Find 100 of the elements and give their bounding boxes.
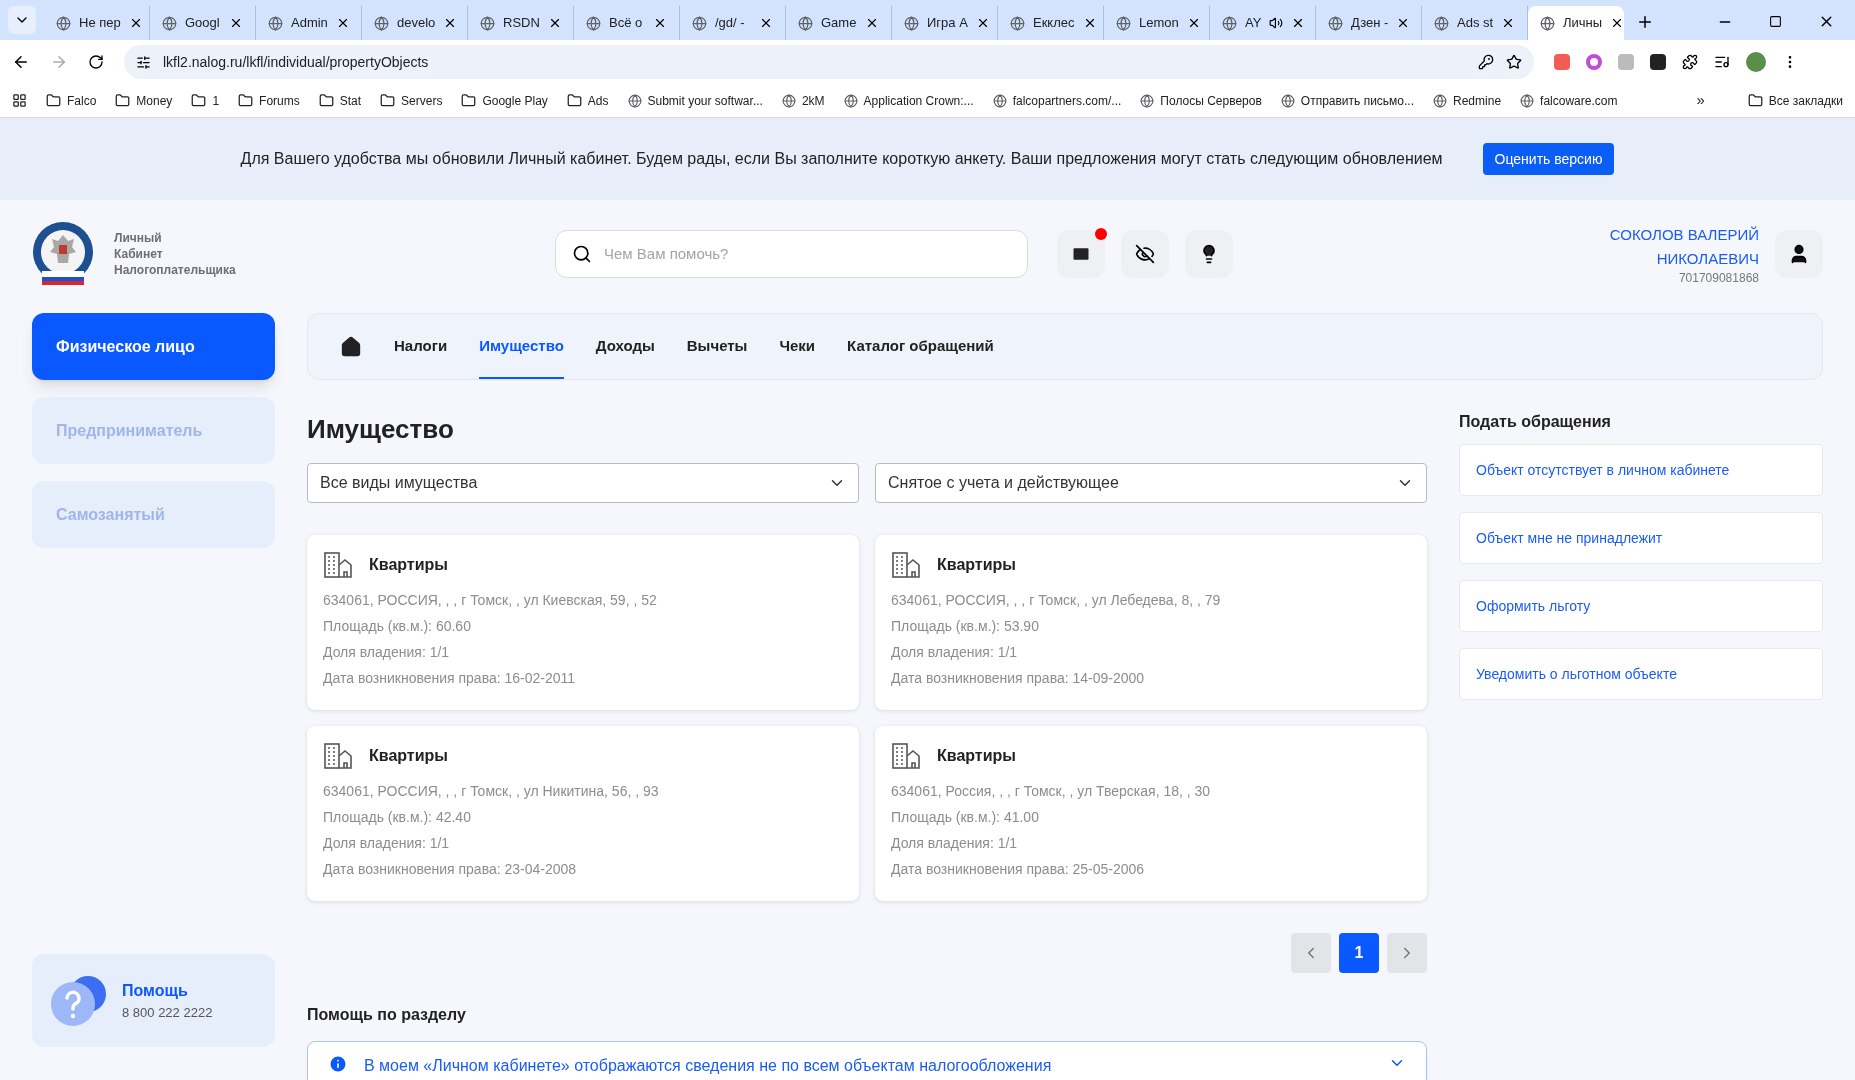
- close-icon[interactable]: [229, 16, 243, 30]
- bookmark[interactable]: Forums: [259, 91, 300, 110]
- bookmark[interactable]: Все закладки: [1768, 91, 1843, 110]
- property-type: Квартиры: [369, 746, 448, 766]
- browser-tab[interactable]: Личны: [1528, 6, 1624, 40]
- folder-icon: [380, 93, 396, 108]
- bookmark[interactable]: Servers: [401, 91, 443, 110]
- property-type: Квартиры: [937, 746, 1016, 766]
- bookmark[interactable]: Google Play: [482, 91, 548, 110]
- bookmark[interactable]: Application Crown:...: [863, 91, 974, 110]
- site-icon: [1520, 93, 1535, 108]
- hide-data-button[interactable]: [1121, 230, 1169, 278]
- bookmark[interactable]: Falco: [67, 91, 97, 110]
- filter-select[interactable]: Снятое с учета и действующее: [875, 463, 1427, 503]
- bookmark[interactable]: Ads: [587, 91, 609, 110]
- help-phone: 8 800 222 2222: [122, 1003, 213, 1022]
- site-icon: [627, 93, 642, 108]
- property-type: Квартиры: [937, 555, 1016, 575]
- bookmark[interactable]: 2kM: [801, 91, 825, 110]
- media-icon[interactable]: [1714, 54, 1730, 70]
- apps-icon[interactable]: [12, 93, 27, 108]
- bookmark[interactable]: falcopartners.com/...: [1012, 91, 1122, 110]
- favicon-icon: [56, 15, 71, 31]
- tab-title: Ads st: [1457, 14, 1494, 33]
- favicon-icon: [268, 15, 283, 31]
- favicon-icon: [1434, 15, 1449, 31]
- search-input[interactable]: Чем Вам помочь?: [604, 242, 1011, 266]
- profile-avatar[interactable]: [1746, 52, 1766, 72]
- user-name[interactable]: НИКОЛАЕВИЧ: [1656, 247, 1759, 271]
- property-detail: Дата возникновения права: 23-04-2008: [323, 860, 578, 878]
- bookmark[interactable]: Submit your softwar...: [647, 91, 763, 110]
- folder-icon: [238, 93, 254, 108]
- favicon-icon: [1222, 15, 1237, 31]
- search-field[interactable]: Чем Вам помочь?: [555, 230, 1028, 278]
- emblem-logo[interactable]: [32, 221, 94, 287]
- property-card[interactable]: Квартиры 634061, РОССИЯ, , , г Томск, , ул Лебедева, 8, , 79 Площадь (кв.м.): 53.90 Доля владения: 1/1 Дата возникновения права: 14-09-2000: [875, 535, 1427, 710]
- user-name[interactable]: СОКОЛОВ ВАЛЕРИЙ: [1609, 223, 1759, 247]
- filter-select[interactable]: Все виды имущества: [307, 463, 859, 503]
- address-bar[interactable]: lkfl2.nalog.ru/lkfl/individual/propertyObjects: [124, 45, 1534, 79]
- property-card[interactable]: Квартиры 634061, РОССИЯ, , , г Томск, , ул Киевская, 59, , 52 Площадь (кв.м.): 60.60 Доля владения: 1/1 Дата возникновения права: 16-02-2011: [307, 535, 859, 710]
- more-bookmarks[interactable]: »: [1696, 89, 1705, 112]
- mail-button[interactable]: [1057, 230, 1105, 278]
- key-icon[interactable]: [1478, 54, 1494, 70]
- tab-title: Всё о: [609, 14, 643, 33]
- extensions-icon[interactable]: [1682, 54, 1698, 70]
- close-icon[interactable]: [865, 16, 879, 30]
- page-button[interactable]: 1: [1339, 933, 1379, 973]
- maximize-icon[interactable]: [1769, 15, 1782, 28]
- star-icon[interactable]: [1506, 54, 1522, 70]
- help-accordion[interactable]: В моем «Личном кабинете» отображаются сведения не по всем объектам налогообложения: [307, 1041, 1427, 1080]
- building-icon: [323, 551, 353, 579]
- logo-text: Кабинет: [114, 246, 164, 262]
- request-link[interactable]: Объект отсутствует в личном кабинете: [1459, 444, 1823, 496]
- favicon-icon: [374, 15, 389, 31]
- property-detail: Площадь (кв.м.): 41.00: [891, 808, 1040, 826]
- bookmark[interactable]: falcoware.com: [1540, 91, 1618, 110]
- speaker-icon[interactable]: [1269, 16, 1284, 30]
- close-icon[interactable]: [759, 16, 773, 30]
- folder-icon: [566, 93, 582, 108]
- nav-tab[interactable]: Каталог обращений: [847, 314, 994, 379]
- reload-icon[interactable]: [88, 54, 104, 70]
- site-info-icon[interactable]: [136, 54, 151, 70]
- new-tab-icon[interactable]: [1636, 13, 1654, 31]
- tips-button[interactable]: [1185, 230, 1233, 278]
- property-card[interactable]: Квартиры 634061, РОССИЯ, , , г Томск, , ул Никитина, 56, , 93 Площадь (кв.м.): 42.40 Доля владения: 1/1 Дата возникновения права: 23-04-2008: [307, 726, 859, 901]
- nav-tab[interactable]: Доходы: [595, 314, 655, 379]
- bookmark[interactable]: 1: [212, 91, 220, 110]
- request-link[interactable]: Уведомить о льготном объекте: [1459, 648, 1823, 700]
- property-type: Квартиры: [369, 555, 448, 575]
- property-card[interactable]: Квартиры 634061, Россия, , , г Томск, , ул Тверская, 18, , 30 Площадь (кв.м.): 41.00 Доля владения: 1/1 Дата возникновения права: 25-05-2006: [875, 726, 1427, 901]
- home-icon[interactable]: [340, 335, 362, 358]
- banner-text: Для Вашего удобства мы обновили Личный кабинет. Будем рады, если Вы заполните короткую анкету. Ваши предложения могут стать следующим обновлением: [240, 149, 1443, 169]
- nav-tab[interactable]: Чеки: [779, 314, 816, 379]
- site-icon: [992, 93, 1007, 108]
- bookmark[interactable]: Отправить письмо...: [1300, 91, 1415, 110]
- favicon-icon: [798, 15, 813, 31]
- sidebar-item[interactable]: Физическое лицо: [32, 313, 275, 380]
- extension-icon[interactable]: [1650, 54, 1666, 70]
- folder-icon: [191, 93, 207, 108]
- bookmark[interactable]: Stat: [339, 91, 362, 110]
- bookmark[interactable]: Полосы Серверов: [1160, 91, 1262, 110]
- request-link[interactable]: Объект мне не принадлежит: [1459, 512, 1823, 564]
- close-icon[interactable]: [653, 16, 667, 30]
- rate-button[interactable]: Оценить версию: [1482, 143, 1615, 175]
- nav-tab[interactable]: Налоги: [394, 314, 448, 379]
- tab-list-button[interactable]: [8, 6, 36, 34]
- nav-tab[interactable]: Вычеты: [686, 314, 748, 379]
- tab-title: AY: [1245, 14, 1262, 33]
- site-icon: [1280, 93, 1295, 108]
- request-link[interactable]: Оформить льготу: [1459, 580, 1823, 632]
- folder-icon: [318, 93, 334, 108]
- help-card[interactable]: Помощь 8 800 222 2222: [32, 954, 275, 1047]
- bookmark[interactable]: Money: [136, 91, 173, 110]
- bookmark[interactable]: Redmine: [1453, 91, 1502, 110]
- help-title[interactable]: Помощь: [122, 978, 213, 1003]
- back-icon[interactable]: [12, 53, 30, 71]
- nav-tab[interactable]: Имущество: [479, 314, 564, 379]
- profile-button[interactable]: [1775, 230, 1823, 278]
- page-title: Имущество: [307, 413, 455, 446]
- extension-icon[interactable]: [1586, 54, 1602, 70]
